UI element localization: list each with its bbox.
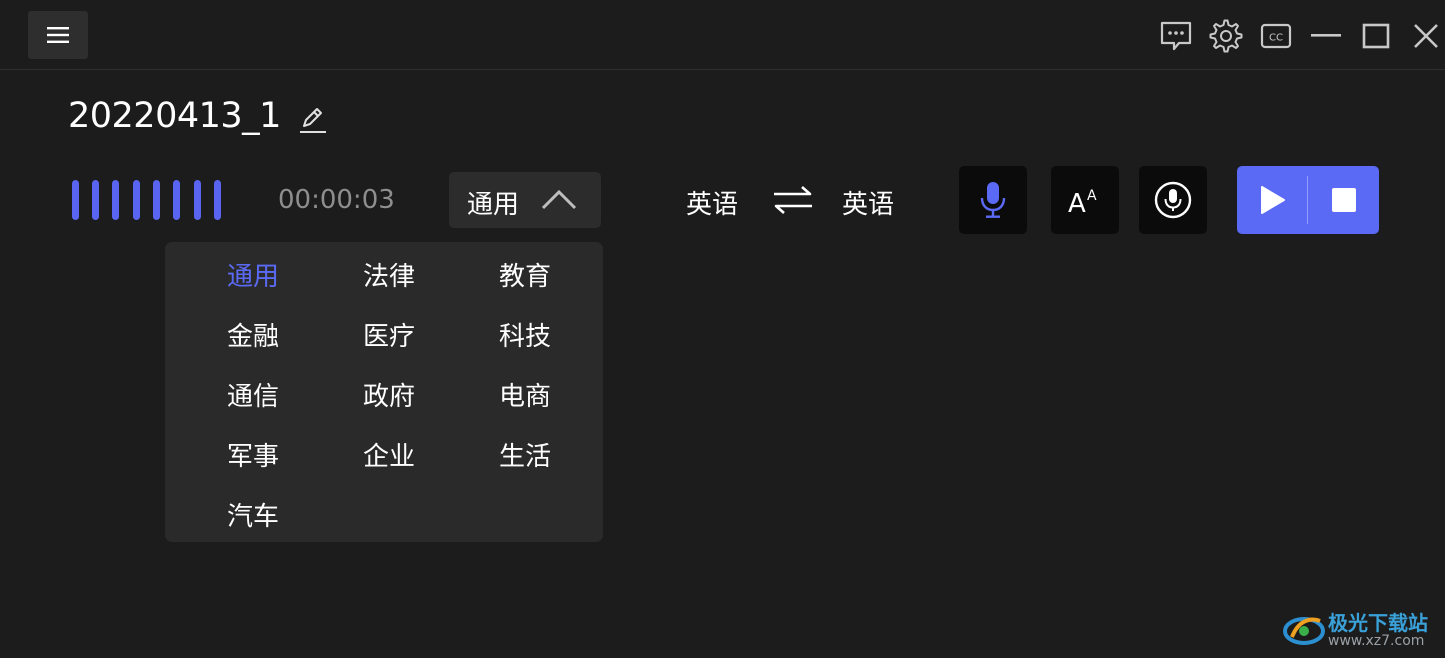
pencil-edit-icon <box>300 108 326 133</box>
watermark-url: www.xz7.com <box>1328 633 1425 649</box>
domain-option-law[interactable]: 法律 <box>339 256 439 293</box>
subtitle-button[interactable]: CC <box>1258 18 1294 54</box>
audio-level-bar <box>72 180 79 220</box>
domain-option-ecommerce[interactable]: 电商 <box>475 376 575 413</box>
domain-option-telecom[interactable]: 通信 <box>203 376 303 413</box>
edit-title-button[interactable] <box>296 104 328 136</box>
hamburger-menu-icon <box>47 27 69 43</box>
domain-select-value: 通用 <box>467 190 520 220</box>
swap-language-button[interactable] <box>772 182 814 218</box>
document-title: 20220413_1 <box>68 96 281 136</box>
svg-text:A: A <box>1068 189 1086 216</box>
feedback-button[interactable] <box>1158 18 1194 54</box>
stop-icon <box>1331 188 1356 212</box>
menu-button[interactable] <box>28 11 88 59</box>
audio-level-bar <box>112 180 119 220</box>
svg-text:CC: CC <box>1269 33 1283 44</box>
target-language[interactable]: 英语 <box>842 184 894 221</box>
playback-control <box>1237 166 1379 234</box>
domain-option-education[interactable]: 教育 <box>475 256 575 293</box>
domain-option-military[interactable]: 军事 <box>203 436 303 473</box>
font-size-button[interactable]: A A <box>1051 166 1119 234</box>
settings-button[interactable] <box>1208 18 1244 54</box>
domain-dropdown: 通用 法律 教育 金融 医疗 科技 通信 政府 电商 军事 企业 生活 汽车 <box>165 242 603 542</box>
microphone-icon <box>980 182 1006 218</box>
audio-level-bar <box>173 180 180 220</box>
chevron-up-icon <box>541 189 577 210</box>
maximize-icon <box>1362 23 1390 49</box>
audio-level-bar <box>194 180 201 220</box>
audio-level-bar <box>214 180 221 220</box>
voice-input-button[interactable] <box>1139 166 1207 234</box>
svg-text:A: A <box>1087 188 1097 204</box>
font-size-icon: A A <box>1068 188 1097 216</box>
maximize-button[interactable] <box>1358 18 1394 54</box>
domain-option-technology[interactable]: 科技 <box>475 316 575 353</box>
domain-select[interactable]: 通用 <box>449 172 601 228</box>
domain-option-government[interactable]: 政府 <box>339 376 439 413</box>
voice-input-icon <box>1154 181 1192 219</box>
domain-option-general[interactable]: 通用 <box>203 256 303 293</box>
domain-option-enterprise[interactable]: 企业 <box>339 436 439 473</box>
domain-option-medical[interactable]: 医疗 <box>339 316 439 353</box>
play-icon <box>1261 186 1285 214</box>
elapsed-timer: 00:00:03 <box>278 185 395 215</box>
domain-option-automotive[interactable]: 汽车 <box>203 496 303 533</box>
watermark-name: 极光下载站 <box>1328 611 1428 635</box>
audio-level-bar <box>133 180 140 220</box>
close-icon <box>1414 24 1438 48</box>
audio-level-bar <box>92 180 99 220</box>
gear-icon <box>1209 19 1243 53</box>
play-button[interactable] <box>1237 166 1307 234</box>
microphone-button[interactable] <box>959 166 1027 234</box>
domain-option-life[interactable]: 生活 <box>475 436 575 473</box>
swap-arrows-icon <box>774 186 812 214</box>
source-language[interactable]: 英语 <box>686 184 738 221</box>
cc-icon: CC <box>1260 23 1292 49</box>
minimize-button[interactable] <box>1308 18 1344 54</box>
watermark-logo-icon <box>1283 617 1325 645</box>
audio-level-meter <box>72 180 232 220</box>
audio-level-bar <box>153 180 160 220</box>
feedback-icon <box>1160 21 1192 51</box>
watermark: 极光下载站 www.xz7.com <box>1282 603 1442 655</box>
domain-option-finance[interactable]: 金融 <box>203 316 303 353</box>
title-bar: CC <box>0 0 1445 70</box>
stop-button[interactable] <box>1308 166 1379 234</box>
minimize-icon <box>1311 34 1341 37</box>
close-button[interactable] <box>1408 18 1444 54</box>
